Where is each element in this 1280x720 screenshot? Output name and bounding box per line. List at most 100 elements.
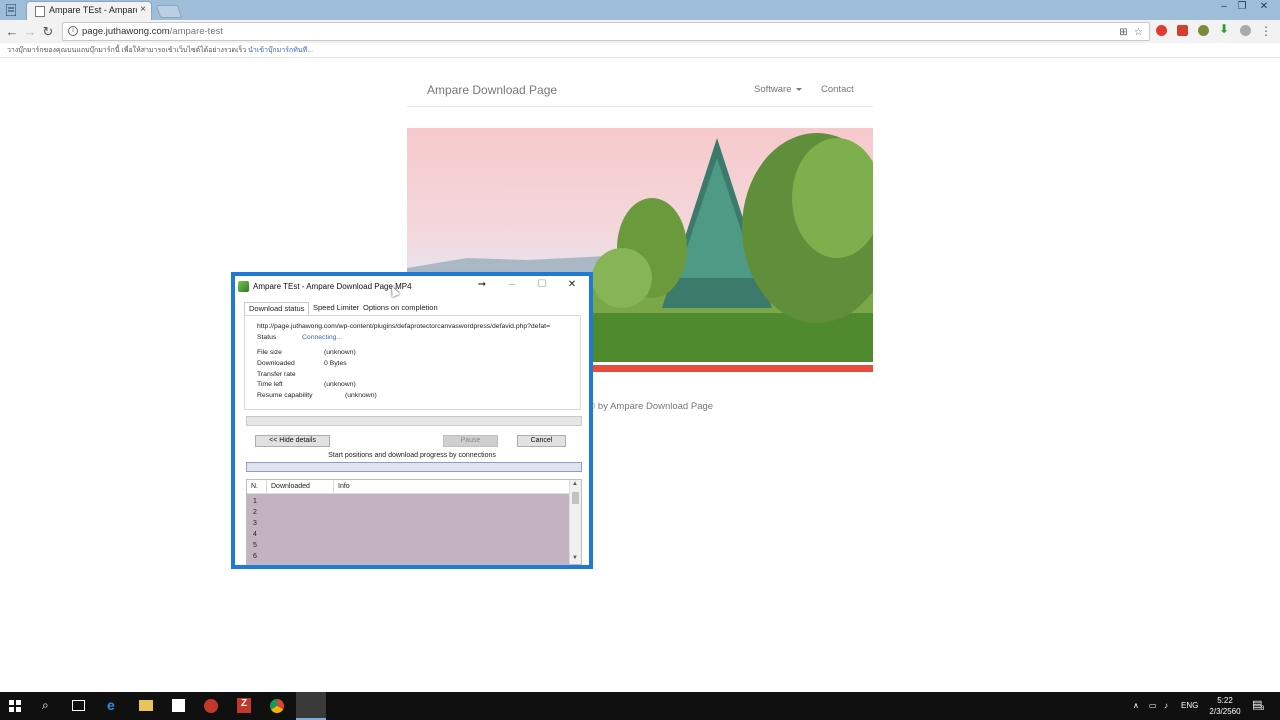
edge-icon[interactable]: e: [107, 697, 115, 713]
resume-capability-row: Resume capability (unknown): [257, 392, 377, 399]
connections-table[interactable]: N. Downloaded Info 1 2 3 4 5 6 ▲ ▼: [246, 479, 582, 565]
dialog-close-icon[interactable]: ✕: [565, 279, 579, 290]
browser-tabstrip: Ampare TEst - Ampare D × – ❐ ✕: [0, 0, 1280, 20]
field-value: 0 Bytes: [324, 360, 347, 367]
bookmarks-hint: วางบุ๊กมาร์กของคุณบนแถบบุ๊กมาร์กนี้ เพื่…: [7, 47, 247, 54]
scroll-up-icon[interactable]: ▲: [572, 481, 578, 487]
tab-speed-limiter[interactable]: Speed Limiter: [309, 302, 363, 315]
table-row: 2: [253, 509, 257, 516]
page-icon: [35, 6, 45, 17]
info-icon[interactable]: i: [68, 26, 78, 36]
network-icon[interactable]: ▭: [1149, 701, 1157, 710]
extension-icon[interactable]: [1198, 25, 1209, 36]
address-bar[interactable]: i page.juthawong.com/ampare-test ⊞ ☆: [62, 22, 1150, 41]
transfer-rate-row: Transfer rate: [257, 371, 296, 378]
close-window-icon[interactable]: ✕: [1256, 1, 1272, 13]
translate-icon[interactable]: ⊞: [1118, 27, 1129, 38]
hide-details-button[interactable]: << Hide details: [255, 435, 330, 447]
tab-options-on-completion[interactable]: Options on completion: [359, 302, 442, 315]
column-separator: [266, 480, 267, 494]
field-label: Downloaded: [257, 360, 295, 367]
tab-close-icon[interactable]: ×: [140, 4, 146, 15]
download-progress-bar: [246, 416, 582, 426]
table-row: 6: [253, 553, 257, 560]
status-label: Status: [257, 334, 277, 341]
table-row: 5: [253, 542, 257, 549]
idm-taskbar-icon[interactable]: [296, 692, 326, 720]
download-extension-icon[interactable]: ⬇: [1219, 22, 1230, 36]
new-tab-button[interactable]: [155, 5, 183, 18]
connections-caption: Start positions and download progress by…: [328, 452, 496, 459]
app-grid-icon[interactable]: [6, 4, 16, 16]
download-dialog: Ampare TEst - Ampare Download Page.MP4 ➞…: [231, 272, 593, 569]
url-host: page.juthawong.com: [82, 26, 170, 37]
idm-icon: [238, 281, 249, 292]
store-icon[interactable]: [172, 699, 185, 712]
import-bookmarks-link[interactable]: นำเข้าบุ๊กมาร์กทันที...: [248, 47, 313, 54]
dialog-title: Ampare TEst - Ampare Download Page.MP4: [253, 282, 412, 291]
nav-software[interactable]: Software: [754, 84, 802, 95]
column-separator: [333, 480, 334, 494]
bookmarks-bar-message: วางบุ๊กมาร์กของคุณบนแถบบุ๊กมาร์กนี้ เพื่…: [7, 45, 313, 56]
column-number[interactable]: N.: [251, 483, 258, 490]
tray-chevron-icon[interactable]: ∧: [1133, 701, 1139, 710]
pause-button[interactable]: Pause: [443, 435, 498, 447]
file-explorer-icon[interactable]: [139, 700, 153, 711]
dialog-maximize-icon[interactable]: ☐: [535, 279, 549, 290]
search-icon[interactable]: ⌕: [42, 698, 49, 713]
chrome-icon[interactable]: [270, 699, 284, 713]
dialog-minimize-icon[interactable]: –: [505, 279, 519, 290]
column-downloaded[interactable]: Downloaded: [271, 483, 310, 490]
cloud-extension-icon[interactable]: [1240, 25, 1251, 36]
drag-arrow-icon: ➞: [477, 279, 487, 290]
scroll-thumb[interactable]: [572, 492, 579, 504]
bookmark-star-icon[interactable]: ☆: [1133, 27, 1144, 38]
task-view-icon[interactable]: [72, 700, 85, 711]
nav-divider: [407, 106, 873, 107]
maximize-icon[interactable]: ❐: [1234, 1, 1250, 13]
table-row: 4: [253, 531, 257, 538]
tab-download-status[interactable]: Download status: [244, 302, 310, 315]
filezilla-icon[interactable]: Z: [237, 698, 251, 713]
table-row: 3: [253, 520, 257, 527]
tab-title: Ampare TEst - Ampare D: [49, 5, 137, 15]
minimize-icon[interactable]: –: [1216, 1, 1232, 13]
field-value: (unknown): [324, 349, 356, 356]
bookmarks-bar: วางบุ๊กมาร์กของคุณบนแถบบุ๊กมาร์กนี้ เพื่…: [0, 43, 1280, 58]
download-url: http://page.juthawong.com/wp-content/plu…: [257, 323, 551, 330]
time-left-row: Time left (unknown): [257, 381, 356, 388]
field-label: Time left: [257, 381, 283, 388]
reload-icon[interactable]: ↻: [40, 24, 56, 40]
field-value: (unknown): [345, 392, 377, 399]
footer-copyright: t © by Ampare Download Page: [583, 401, 714, 412]
nav-software-label: Software: [754, 84, 792, 95]
clock-date: 2/3/2560: [1209, 707, 1241, 716]
forward-icon[interactable]: →: [22, 24, 38, 39]
status-value: Connecting...: [302, 334, 343, 341]
downloaded-row: Downloaded 0 Bytes: [257, 360, 347, 367]
caret-down-icon: [795, 87, 802, 91]
volume-icon[interactable]: ♪: [1164, 701, 1168, 710]
chrome-menu-icon[interactable]: ⋮: [1260, 24, 1272, 38]
cancel-button[interactable]: Cancel: [517, 435, 566, 447]
browser-toolbar: ← → ↻ i page.juthawong.com/ampare-test ⊞…: [0, 20, 1280, 43]
system-clock[interactable]: 5:22 2/3/2560: [1205, 695, 1245, 717]
table-row: 1: [253, 498, 257, 505]
column-info[interactable]: Info: [338, 483, 350, 490]
browser-tab[interactable]: Ampare TEst - Ampare D ×: [26, 1, 152, 20]
nav-contact[interactable]: Contact: [821, 84, 854, 95]
windows-taskbar: ⌕ e Z ∧ ▭ ♪ ENG 5:22 2/3/2560 ▤ 3: [0, 692, 1280, 720]
field-label: Resume capability: [257, 392, 313, 399]
dialog-titlebar[interactable]: Ampare TEst - Ampare Download Page.MP4 ➞…: [235, 276, 589, 298]
app-red-icon[interactable]: [204, 699, 218, 713]
language-indicator[interactable]: ENG: [1181, 701, 1198, 710]
url-text: page.juthawong.com/ampare-test: [82, 26, 223, 37]
pdf-extension-icon[interactable]: [1177, 25, 1188, 36]
start-button[interactable]: [9, 700, 21, 712]
back-icon[interactable]: ←: [4, 24, 20, 39]
table-scrollbar[interactable]: ▲ ▼: [569, 480, 581, 564]
scroll-down-icon[interactable]: ▼: [572, 555, 578, 561]
download-status-panel: http://page.juthawong.com/wp-content/plu…: [244, 315, 581, 410]
site-brand[interactable]: Ampare Download Page: [427, 83, 557, 97]
opera-extension-icon[interactable]: [1156, 25, 1167, 36]
